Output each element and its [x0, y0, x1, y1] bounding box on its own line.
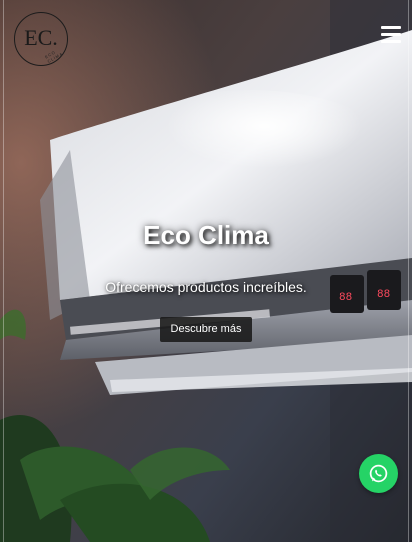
- menu-bar: [381, 26, 401, 29]
- brand-logo[interactable]: EC. ECO CLIMA: [14, 12, 68, 66]
- hero-subtitle: Ofrecemos productos increíbles.: [105, 279, 307, 295]
- menu-bar: [381, 33, 401, 36]
- hero-section: 88 88 EC. ECO CLIMA Eco Clima Ofrecemos …: [0, 0, 412, 542]
- whatsapp-button[interactable]: [359, 454, 398, 493]
- hero-background-image: 88 88: [0, 0, 412, 542]
- whatsapp-icon: [369, 464, 388, 483]
- hero-title: Eco Clima: [143, 220, 269, 250]
- discover-more-button[interactable]: Descubre más: [160, 317, 252, 342]
- hamburger-menu-icon[interactable]: [381, 25, 403, 45]
- menu-bar: [381, 40, 401, 43]
